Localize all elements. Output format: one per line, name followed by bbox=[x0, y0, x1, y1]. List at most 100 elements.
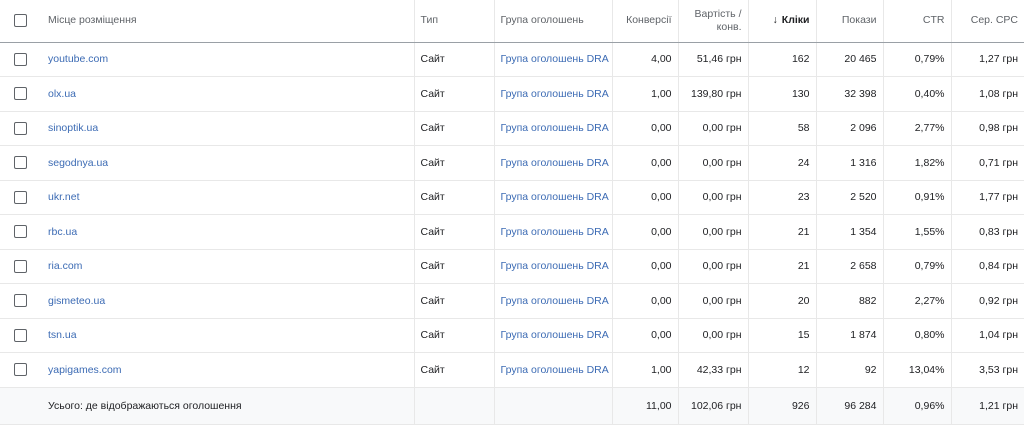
row-checkbox[interactable] bbox=[13, 328, 27, 342]
conversions-cell: 1,00 bbox=[612, 76, 679, 112]
conversions-cell: 0,00 bbox=[612, 180, 679, 215]
placement-link[interactable]: olx.ua bbox=[48, 88, 76, 100]
ad-group-link[interactable]: Група оголошень DRA bbox=[501, 226, 609, 238]
impressions-cell: 2 658 bbox=[816, 249, 884, 284]
column-header-clicks-label: Кліки bbox=[781, 14, 810, 27]
impressions-cell: 32 398 bbox=[816, 76, 884, 112]
type-cell: Сайт bbox=[414, 111, 495, 146]
placement-link[interactable]: youtube.com bbox=[48, 53, 108, 65]
row-checkbox[interactable] bbox=[13, 294, 27, 308]
conversions-cell: 0,00 bbox=[612, 249, 679, 284]
row-checkbox[interactable] bbox=[13, 156, 27, 170]
table-row: gismeteo.ua Сайт Група оголошень DRA 0,00 0,… bbox=[0, 283, 1024, 319]
table-row: olx.ua Сайт Група оголошень DRA 1,00 139,80 … bbox=[0, 76, 1024, 112]
ctr-cell: 0,80% bbox=[883, 318, 952, 353]
impressions-cell: 2 096 bbox=[816, 111, 884, 146]
row-checkbox-cell[interactable] bbox=[0, 352, 40, 388]
placement-link[interactable]: segodnya.ua bbox=[48, 157, 108, 169]
ad-group-link[interactable]: Група оголошень DRA bbox=[501, 295, 609, 307]
ad-group-link[interactable]: Група оголошень DRA bbox=[501, 157, 609, 169]
row-checkbox-cell[interactable] bbox=[0, 180, 40, 215]
ad-group-link[interactable]: Група оголошень DRA bbox=[501, 191, 609, 203]
column-header-conversions[interactable]: Конверсії bbox=[612, 0, 679, 43]
row-checkbox-cell[interactable] bbox=[0, 283, 40, 319]
type-cell: Сайт bbox=[414, 214, 495, 250]
placement-link[interactable]: rbc.ua bbox=[48, 226, 77, 238]
placement-link[interactable]: ukr.net bbox=[48, 191, 80, 203]
avg-cpc-cell: 0,98 грн bbox=[951, 111, 1024, 146]
select-all-checkbox[interactable] bbox=[13, 14, 27, 28]
total-ad-group-cell bbox=[494, 387, 613, 425]
impressions-cell: 20 465 bbox=[816, 42, 884, 77]
table-row: ukr.net Сайт Група оголошень DRA 0,00 0,00 г… bbox=[0, 180, 1024, 215]
column-header-placement[interactable]: Місце розміщення bbox=[40, 0, 415, 43]
impressions-cell: 882 bbox=[816, 283, 884, 319]
row-checkbox-cell[interactable] bbox=[0, 145, 40, 181]
total-label: Усього: де відображаються оголошення bbox=[40, 387, 415, 425]
row-checkbox[interactable] bbox=[13, 259, 27, 273]
row-checkbox[interactable] bbox=[13, 121, 27, 135]
ad-group-link[interactable]: Група оголошень DRA bbox=[501, 122, 609, 134]
cost-per-conv-cell: 0,00 грн bbox=[678, 283, 749, 319]
total-impressions: 96 284 bbox=[816, 387, 884, 425]
clicks-cell: 12 bbox=[748, 352, 817, 388]
select-all-checkbox-cell[interactable] bbox=[0, 0, 40, 43]
row-checkbox[interactable] bbox=[13, 225, 27, 239]
column-header-ctr[interactable]: CTR bbox=[883, 0, 952, 43]
ad-group-link[interactable]: Група оголошень DRA bbox=[501, 364, 609, 376]
ctr-cell: 1,55% bbox=[883, 214, 952, 250]
clicks-cell: 162 bbox=[748, 42, 817, 77]
column-header-clicks[interactable]: ↓ Кліки bbox=[748, 0, 817, 43]
ad-group-link[interactable]: Група оголошень DRA bbox=[501, 260, 609, 272]
conversions-cell: 0,00 bbox=[612, 214, 679, 250]
type-cell: Сайт bbox=[414, 180, 495, 215]
row-checkbox-cell[interactable] bbox=[0, 76, 40, 112]
clicks-cell: 130 bbox=[748, 76, 817, 112]
type-cell: Сайт bbox=[414, 42, 495, 77]
row-checkbox-cell[interactable] bbox=[0, 111, 40, 146]
total-checkbox-cell bbox=[0, 387, 40, 425]
column-header-ad-group[interactable]: Група оголошень bbox=[494, 0, 613, 43]
ctr-cell: 0,79% bbox=[883, 42, 952, 77]
cost-per-conv-cell: 42,33 грн bbox=[678, 352, 749, 388]
placement-link[interactable]: gismeteo.ua bbox=[48, 295, 105, 307]
impressions-cell: 1 354 bbox=[816, 214, 884, 250]
ad-group-link[interactable]: Група оголошень DRA bbox=[501, 53, 609, 65]
row-checkbox[interactable] bbox=[13, 363, 27, 377]
row-checkbox-cell[interactable] bbox=[0, 318, 40, 353]
placement-link[interactable]: ria.com bbox=[48, 260, 82, 272]
placement-link[interactable]: tsn.ua bbox=[48, 329, 77, 341]
row-checkbox-cell[interactable] bbox=[0, 214, 40, 250]
avg-cpc-cell: 0,83 грн bbox=[951, 214, 1024, 250]
cost-per-conv-cell: 139,80 грн bbox=[678, 76, 749, 112]
total-avg-cpc: 1,21 грн bbox=[951, 387, 1024, 425]
ctr-cell: 0,91% bbox=[883, 180, 952, 215]
cost-per-conv-cell: 0,00 грн bbox=[678, 249, 749, 284]
column-header-type[interactable]: Тип bbox=[414, 0, 495, 43]
clicks-cell: 58 bbox=[748, 111, 817, 146]
type-cell: Сайт bbox=[414, 249, 495, 284]
clicks-cell: 24 bbox=[748, 145, 817, 181]
row-checkbox-cell[interactable] bbox=[0, 42, 40, 77]
column-header-avg-cpc[interactable]: Сер. CPC bbox=[951, 0, 1024, 43]
ad-group-link[interactable]: Група оголошень DRA bbox=[501, 329, 609, 341]
placement-link[interactable]: sinoptik.ua bbox=[48, 122, 98, 134]
type-cell: Сайт bbox=[414, 283, 495, 319]
cost-per-conv-cell: 0,00 грн bbox=[678, 145, 749, 181]
column-header-impressions[interactable]: Покази bbox=[816, 0, 884, 43]
total-row: Усього: де відображаються оголошення 11,… bbox=[0, 387, 1024, 425]
type-cell: Сайт bbox=[414, 145, 495, 181]
row-checkbox[interactable] bbox=[13, 52, 27, 66]
row-checkbox-cell[interactable] bbox=[0, 249, 40, 284]
impressions-cell: 2 520 bbox=[816, 180, 884, 215]
ad-group-link[interactable]: Група оголошень DRA bbox=[501, 88, 609, 100]
placements-table: Місце розміщення Тип Група оголошень Кон… bbox=[0, 0, 1024, 425]
total-conversions: 11,00 bbox=[612, 387, 679, 425]
row-checkbox[interactable] bbox=[13, 190, 27, 204]
row-checkbox[interactable] bbox=[13, 87, 27, 101]
placement-link[interactable]: yapigames.com bbox=[48, 364, 122, 376]
arrow-down-icon: ↓ bbox=[772, 14, 778, 27]
conversions-cell: 0,00 bbox=[612, 145, 679, 181]
column-header-cost-per-conv[interactable]: Вартість / конв. bbox=[678, 0, 749, 43]
avg-cpc-cell: 3,53 грн bbox=[951, 352, 1024, 388]
